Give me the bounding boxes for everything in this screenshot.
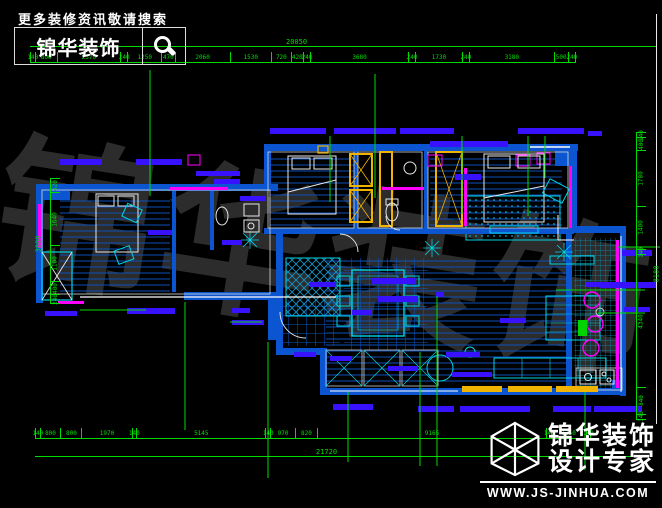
dim-label: 1530 xyxy=(244,54,258,61)
dim-segment: 720 xyxy=(272,52,292,62)
dim-segment: 3180 xyxy=(470,52,555,62)
dim-segment: 240 xyxy=(463,52,470,62)
dim-segment: 240 xyxy=(304,52,311,62)
dim-label: 1730 xyxy=(432,54,446,61)
dim-label: 240 xyxy=(566,54,577,61)
dim-segment: 4340 xyxy=(637,255,646,388)
dim-label: 9165 xyxy=(425,430,439,437)
dim-segment: 240 xyxy=(409,52,416,62)
dim-label: 800 xyxy=(66,430,77,437)
dim-label: 1400 xyxy=(638,221,645,235)
drawing-frame-line xyxy=(656,14,657,424)
dim-segment: 1780 xyxy=(637,151,646,206)
header-tagline: 更多装修资讯敬请搜索 xyxy=(18,9,168,28)
dim-segment: 1730 xyxy=(416,52,462,62)
footer-brand-name: 锦华装饰 xyxy=(548,423,656,449)
dim-label: 1780 xyxy=(638,171,645,185)
dim-label: 820 xyxy=(301,430,312,437)
dim-segment: 5145 xyxy=(137,428,266,438)
footer-website: WWW.JS-JINHUA.COM xyxy=(480,486,656,500)
cad-floorplan-page: 锦华装饰 xyxy=(0,0,662,508)
right-dimension-chain: 140400178014001404340840140 xyxy=(636,132,646,420)
dim-segment: 240 xyxy=(51,295,60,304)
dim-label: 4340 xyxy=(638,314,645,328)
dim-segment: 1640 xyxy=(51,193,60,246)
dim-label: 1970 xyxy=(100,430,114,437)
dim-segment: 1530 xyxy=(231,52,272,62)
footer-brand-subtitle: 设计专家 xyxy=(548,449,656,475)
dim-label: 500 xyxy=(556,54,567,61)
header-brand-name: 锦华装饰 xyxy=(15,28,143,64)
dim-label: 3180 xyxy=(505,54,519,61)
dim-label: 800 xyxy=(45,430,56,437)
dim-label: 400 xyxy=(52,283,59,294)
dim-label: 840 xyxy=(638,396,645,407)
dim-segment: 800 xyxy=(41,428,62,438)
dim-label: 400 xyxy=(638,139,645,150)
bottom-overall-dim: 21720 xyxy=(316,448,337,456)
header-logo: 锦华装饰 xyxy=(14,27,186,65)
left-dimension-chain: 420 1640 1100 400240 xyxy=(50,178,60,304)
dim-label: 5145 xyxy=(194,430,208,437)
dim-segment: 420 xyxy=(51,178,60,193)
footer-logo: 锦华装饰 设计专家 WWW.JS-JINHUA.COM xyxy=(480,420,656,500)
dim-segment: 970 xyxy=(271,428,296,438)
dim-label: 1100 xyxy=(52,256,59,270)
right-overall-dim: 8180 xyxy=(652,266,660,283)
dim-segment: 1970 xyxy=(82,428,132,438)
dim-label: 3680 xyxy=(352,54,366,61)
left-overall-dim: 3800 xyxy=(34,236,42,253)
dim-label: 970 xyxy=(278,430,289,437)
dim-segment: 1400 xyxy=(637,207,646,251)
dim-label: 2060 xyxy=(195,54,209,61)
dim-segment: 1100 xyxy=(51,246,60,282)
dim-label: 1640 xyxy=(52,212,59,226)
dim-label: 240 xyxy=(52,294,59,305)
dim-segment: 400 xyxy=(637,138,646,151)
dim-label: 720 xyxy=(276,54,287,61)
dim-segment: 3680 xyxy=(311,52,409,62)
top-overall-dim: 20050 xyxy=(286,38,307,46)
dim-label: 420 xyxy=(52,180,59,191)
dim-segment: 800 xyxy=(61,428,82,438)
cube-logo-icon xyxy=(488,420,542,478)
dim-segment: 240 xyxy=(569,52,576,62)
search-icon xyxy=(143,28,185,64)
dim-segment: 820 xyxy=(296,428,317,438)
footer-divider xyxy=(480,481,656,483)
